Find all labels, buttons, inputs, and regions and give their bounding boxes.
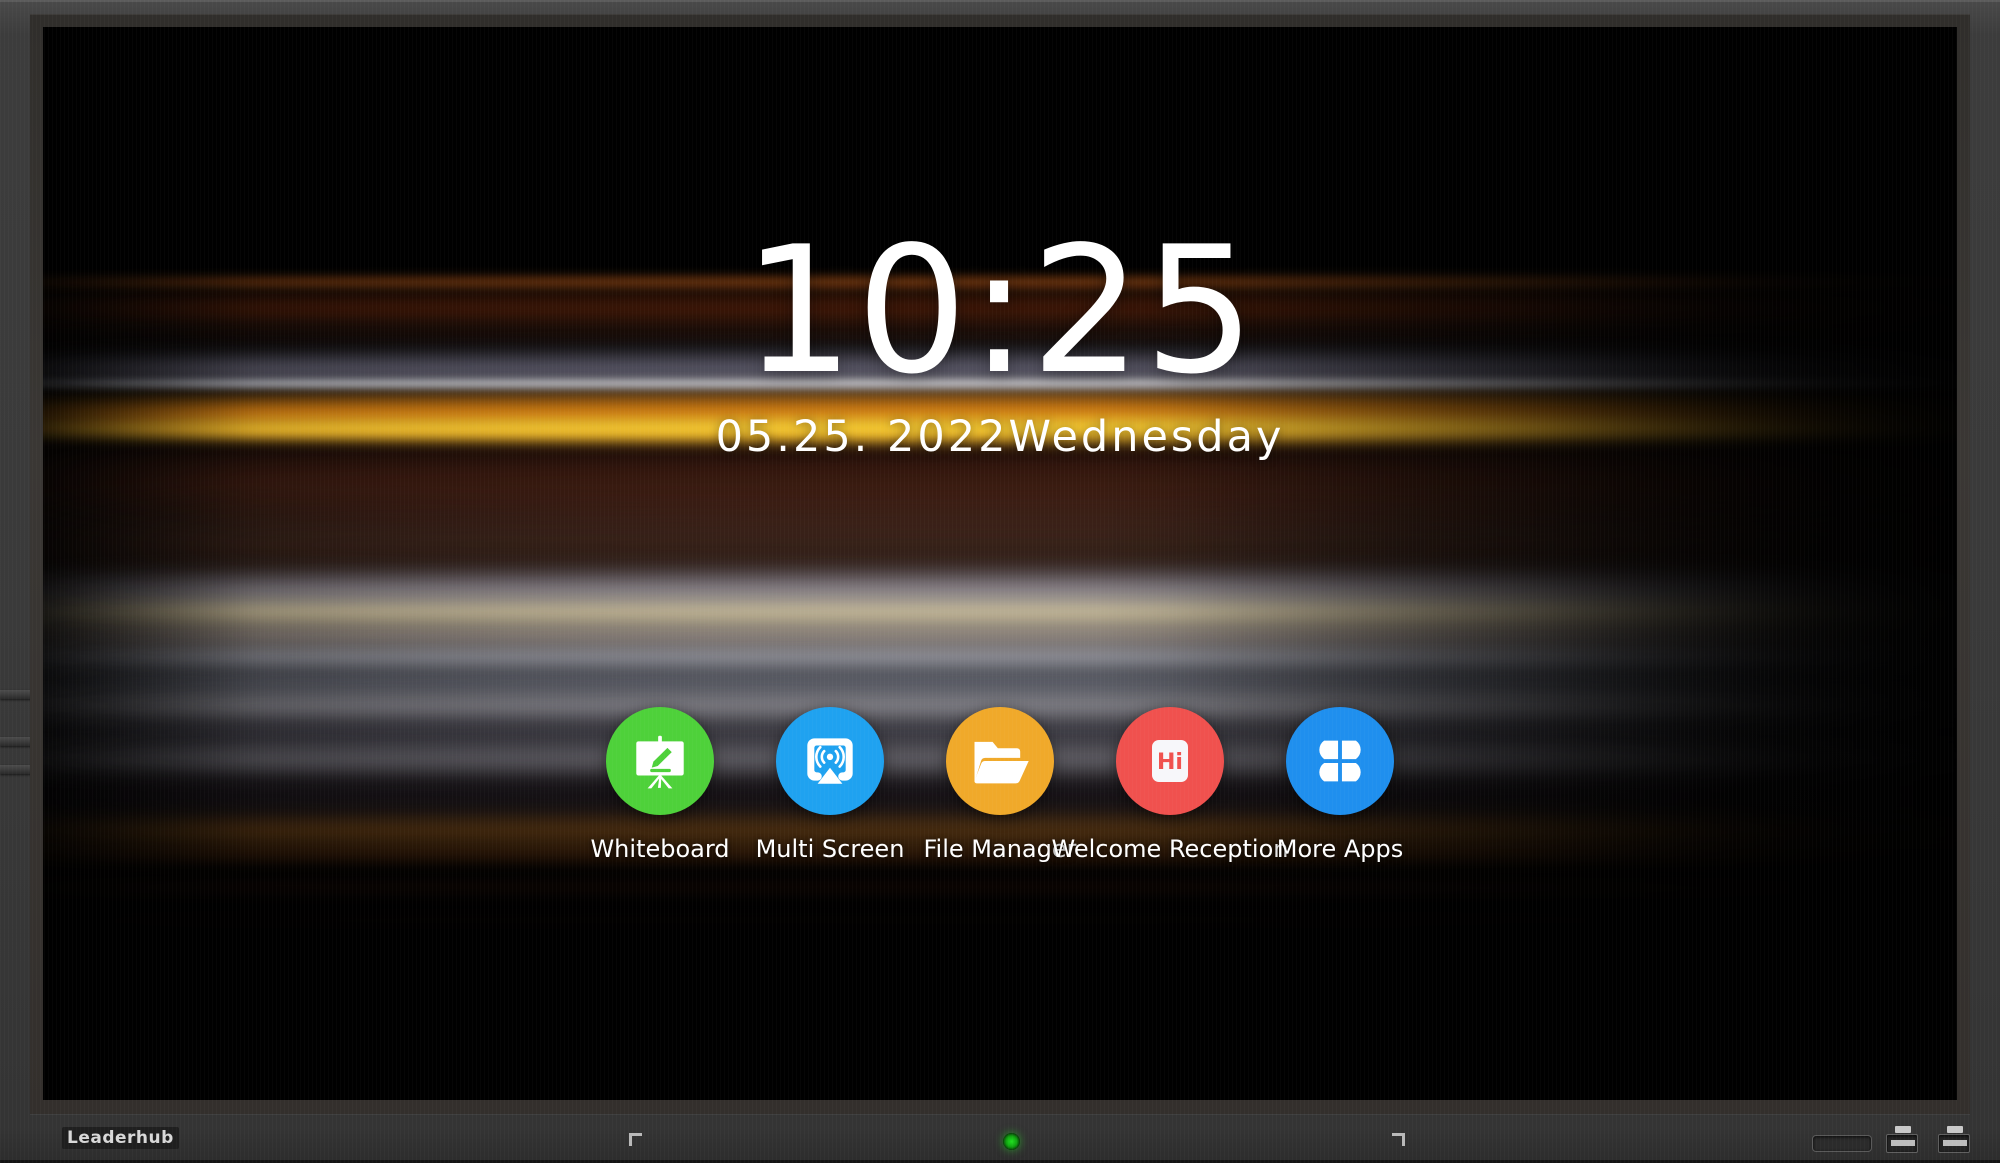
hi-card-icon[interactable]: Hi: [1116, 707, 1224, 815]
wallpaper-streak: [43, 883, 1957, 893]
svg-text:Hi: Hi: [1157, 750, 1183, 775]
screen-cast-icon[interactable]: [776, 707, 884, 815]
app-label: Welcome Reception: [1051, 835, 1289, 863]
screen[interactable]: 10:25 05.25. 2022Wednesday Whiteboard Mu…: [43, 27, 1957, 1100]
wallpaper-streak: [43, 669, 1957, 695]
whiteboard-easel-icon[interactable]: [606, 707, 714, 815]
app-label: Multi Screen: [755, 835, 905, 863]
usb-port-2[interactable]: [1938, 1126, 1970, 1153]
wallpaper-streak: [43, 277, 1957, 287]
wallpaper-streak: [43, 647, 1957, 667]
wallpaper-streak: [43, 515, 1957, 575]
bezel-corner-mark-left: [629, 1133, 642, 1146]
app-welcome-reception[interactable]: Hi Welcome Reception: [1052, 707, 1288, 863]
app-label: More Apps: [1276, 835, 1404, 863]
app-multi-screen[interactable]: Multi Screen: [745, 707, 915, 863]
wallpaper-streak: [43, 917, 1957, 925]
power-led-indicator[interactable]: [1003, 1133, 1020, 1150]
card-slot-port[interactable]: [1812, 1135, 1872, 1152]
app-more-apps[interactable]: More Apps: [1255, 707, 1425, 863]
chassis-top-highlight: [0, 0, 2000, 2]
wallpaper-streak: [43, 327, 1957, 341]
folder-open-icon[interactable]: [946, 707, 1054, 815]
bezel-corner-mark-right: [1392, 1133, 1405, 1146]
side-connector-tab-3: [0, 765, 34, 774]
display-device: 10:25 05.25. 2022Wednesday Whiteboard Mu…: [0, 0, 2000, 1163]
brand-logo: Leaderhub: [62, 1127, 179, 1149]
wallpaper-streak: [43, 447, 1957, 517]
light-streaks-wallpaper: [43, 27, 1957, 1100]
wallpaper-streak: [43, 419, 1957, 441]
wallpaper-streak: [43, 379, 1957, 388]
usb-port-1[interactable]: [1886, 1126, 1918, 1153]
bezel-seam: [30, 1114, 1970, 1115]
wallpaper-streak: [43, 623, 1957, 647]
app-label: Whiteboard: [590, 835, 730, 863]
wallpaper-streak: [43, 599, 1957, 625]
four-petal-grid-icon[interactable]: [1286, 707, 1394, 815]
app-whiteboard[interactable]: Whiteboard: [575, 707, 745, 863]
app-dock: Whiteboard Multi Screen File Manager Hi …: [43, 707, 1957, 863]
wallpaper-streak: [43, 295, 1957, 321]
